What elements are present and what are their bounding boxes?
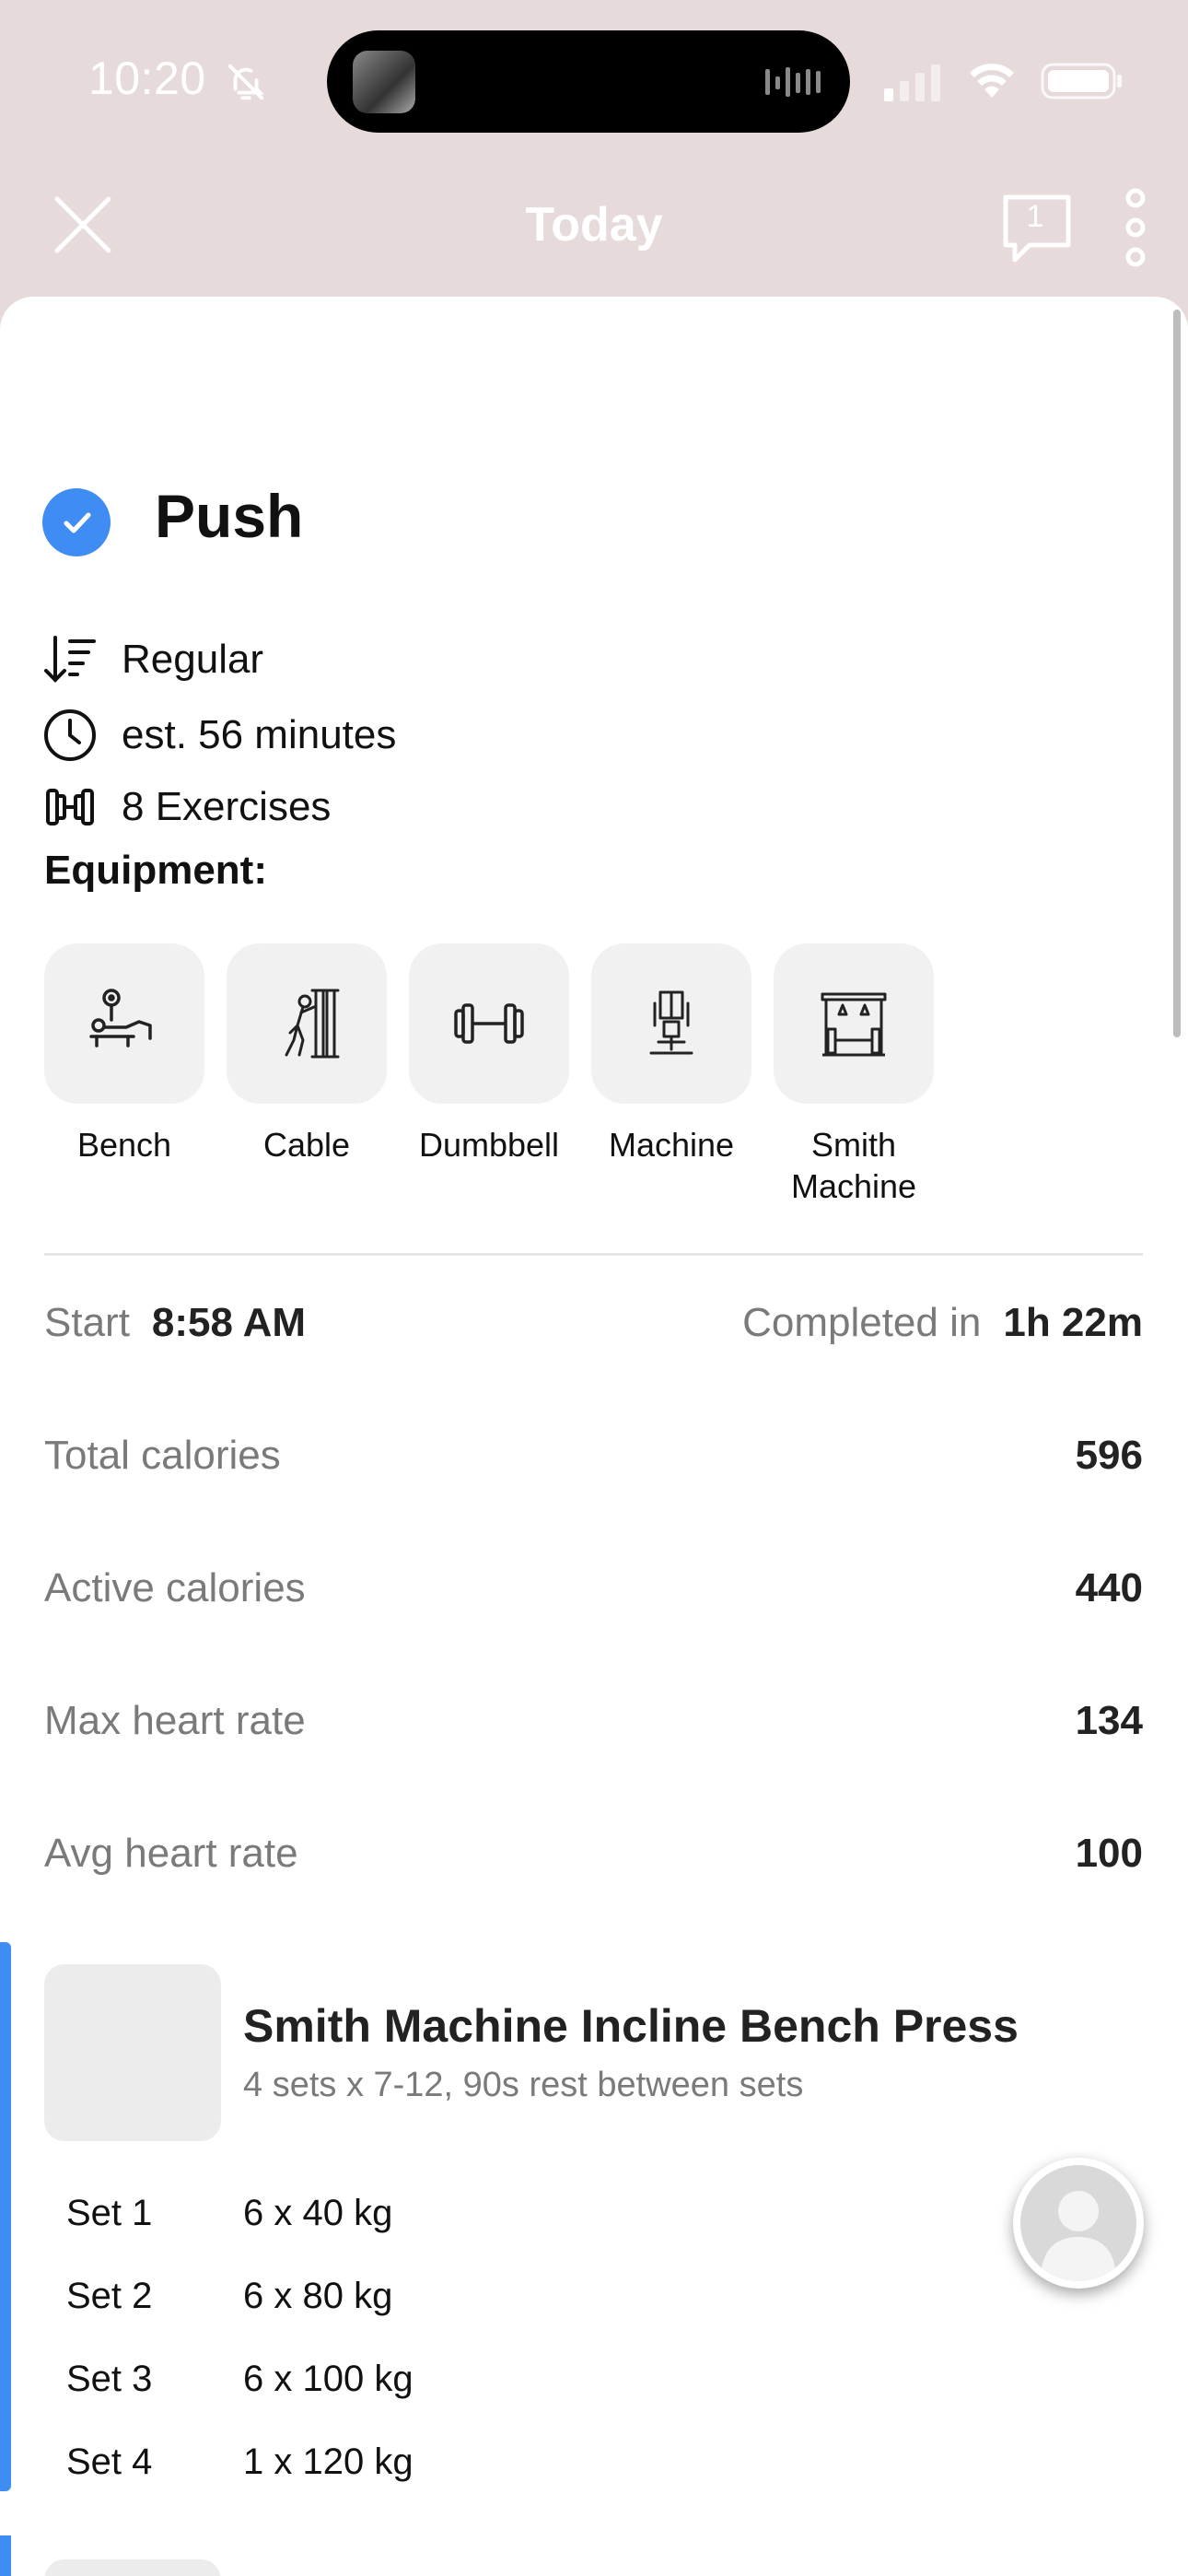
workout-duration-row: est. 56 minutes xyxy=(42,708,396,763)
workout-sheet[interactable]: Push Regular est. 56 minutes 8 Exercises… xyxy=(0,297,1188,2576)
scrollbar[interactable] xyxy=(1173,310,1181,1037)
set-row: Set 4 1 x 120 kg xyxy=(66,2436,413,2488)
more-options-icon[interactable] xyxy=(1120,188,1151,267)
completed-label: Completed in xyxy=(742,1300,982,1345)
equipment-cable[interactable]: Cable xyxy=(227,943,387,1165)
equipment-name: Cable xyxy=(262,1126,351,1164)
set-label: Set 4 xyxy=(66,2441,153,2482)
stat-row-max-heart-rate: Max heart rate 134 xyxy=(44,1693,1143,1749)
exercise-name[interactable]: Smith Machine Incline Bench Press xyxy=(243,1999,1019,2053)
exercise-accent-bar xyxy=(0,1942,11,2491)
battery-icon xyxy=(1041,63,1122,100)
dumbbell-icon xyxy=(454,1003,524,1044)
stat-row-active-calories: Active calories 440 xyxy=(44,1561,1143,1616)
sort-icon xyxy=(44,636,96,683)
exercise-subtitle: 4 sets x 7-12, 90s rest between sets xyxy=(243,2066,804,2104)
workout-title: Push xyxy=(155,482,304,550)
comments-button[interactable]: 1 xyxy=(1002,193,1076,267)
exercise-count-row: 8 Exercises xyxy=(42,779,331,835)
stat-value: 100 xyxy=(1075,1831,1143,1876)
set-value: 1 x 120 kg xyxy=(243,2441,413,2482)
completed-duration: 1h 22m xyxy=(1003,1300,1143,1345)
exercise-count: 8 Exercises xyxy=(122,784,332,829)
stat-row-total-calories: Total calories 596 xyxy=(44,1428,1143,1483)
set-row: Set 3 6 x 100 kg xyxy=(66,2353,413,2405)
dynamic-island[interactable] xyxy=(327,30,850,133)
equipment-bench[interactable]: Bench xyxy=(44,943,204,1165)
clock-icon xyxy=(44,709,96,761)
audio-wave-icon xyxy=(765,67,821,97)
divider xyxy=(44,1253,1143,1256)
start-time: 8:58 AM xyxy=(151,1300,307,1345)
avatar xyxy=(1020,2165,1136,2281)
set-label: Set 1 xyxy=(66,2192,153,2233)
equipment-name: Dumbbell xyxy=(418,1126,560,1164)
smith-machine-icon xyxy=(821,992,887,1057)
wifi-icon xyxy=(970,64,1014,98)
bench-icon xyxy=(89,989,152,1048)
next-exercise-accent-bar xyxy=(0,2535,11,2576)
now-playing-thumbnail xyxy=(353,51,415,113)
set-value: 6 x 100 kg xyxy=(243,2358,413,2399)
status-time: 10:20 xyxy=(88,53,206,104)
set-row: Set 2 6 x 80 kg xyxy=(66,2270,392,2322)
person-icon xyxy=(1041,2191,1116,2281)
equipment-machine[interactable]: Machine xyxy=(591,943,751,1165)
stat-value: 134 xyxy=(1075,1698,1143,1743)
stat-label: Avg heart rate xyxy=(44,1831,298,1876)
set-value: 6 x 80 kg xyxy=(243,2275,393,2316)
bell-off-icon xyxy=(227,64,264,100)
stat-label: Active calories xyxy=(44,1565,306,1610)
machine-icon xyxy=(649,990,693,1055)
comment-count: 1 xyxy=(1026,199,1044,234)
workout-duration: est. 56 minutes xyxy=(122,712,397,757)
workout-type: Regular xyxy=(122,637,264,682)
timing-row: Start 8:58 AM Completed in 1h 22m xyxy=(44,1295,1143,1351)
stat-value: 596 xyxy=(1075,1433,1143,1478)
completed-check-icon xyxy=(42,488,111,556)
equipment-heading: Equipment: xyxy=(44,848,267,893)
stat-value: 440 xyxy=(1075,1565,1143,1610)
equipment-smith-machine[interactable]: Smith Machine xyxy=(774,943,934,1207)
set-value: 6 x 40 kg xyxy=(243,2192,393,2233)
status-bar: 10:20 xyxy=(0,0,1188,166)
stat-label: Max heart rate xyxy=(44,1698,306,1743)
set-row: Set 1 6 x 40 kg xyxy=(66,2187,392,2239)
workout-type-row: Regular xyxy=(42,632,263,687)
equipment-dumbbell[interactable]: Dumbbell xyxy=(409,943,569,1165)
nav-bar: Today 1 xyxy=(0,166,1188,295)
signal-icon xyxy=(884,64,940,101)
stat-label: Total calories xyxy=(44,1433,281,1478)
stat-row-avg-heart-rate: Avg heart rate 100 xyxy=(44,1826,1143,1881)
equipment-name: Bench xyxy=(76,1126,172,1164)
start-label: Start xyxy=(44,1300,130,1345)
equipment-name: Machine xyxy=(608,1126,735,1164)
equipment-name: Smith Machine xyxy=(790,1126,917,1205)
exercise-thumbnail[interactable] xyxy=(44,1964,221,2141)
set-label: Set 3 xyxy=(66,2358,153,2399)
dumbbell-icon xyxy=(46,789,94,825)
coach-avatar-button[interactable] xyxy=(1013,2158,1144,2289)
cable-icon xyxy=(285,989,340,1059)
set-label: Set 2 xyxy=(66,2275,153,2316)
next-exercise-thumbnail[interactable] xyxy=(44,2559,221,2576)
